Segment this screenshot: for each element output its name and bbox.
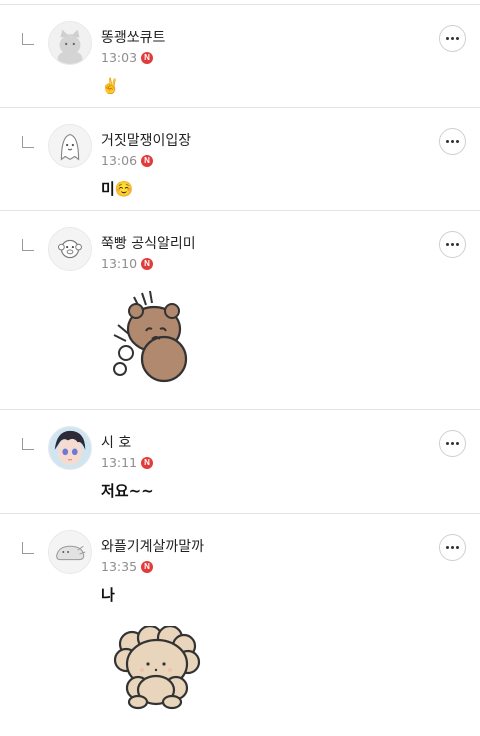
reply-arrow-icon xyxy=(22,542,34,554)
nickname[interactable]: 와플기계살까말까 xyxy=(101,538,204,556)
more-options-icon xyxy=(446,140,459,143)
reply-meta: 13:10 N xyxy=(101,256,154,272)
reply-content: 저요~~ xyxy=(101,482,154,500)
timestamp: 13:11 xyxy=(101,455,138,470)
reply-item: 거짓말쟁이입장 13:06 N 미☺️ xyxy=(0,108,480,211)
new-badge: N xyxy=(141,457,154,469)
more-options-icon xyxy=(446,546,459,549)
avatar[interactable] xyxy=(48,21,92,65)
nickname[interactable]: 쭉빵 공식알리미 xyxy=(101,235,196,253)
reply-item: 똥괭쏘큐트 13:03 N ✌️ xyxy=(0,5,480,108)
timestamp: 13:10 xyxy=(101,256,138,271)
more-options-button[interactable] xyxy=(439,430,466,457)
reply-content: 미☺️ xyxy=(101,180,134,198)
new-badge: N xyxy=(141,258,154,270)
nickname[interactable]: 시 호 xyxy=(101,434,131,452)
reply-meta: 13:03 N xyxy=(101,50,154,66)
more-options-button[interactable] xyxy=(439,534,466,561)
reply-meta: 13:35 N xyxy=(101,559,154,575)
avatar[interactable] xyxy=(48,530,92,574)
reply-arrow-icon xyxy=(22,33,34,45)
reply-item: 시 호 13:11 N 저요~~ xyxy=(0,410,480,514)
cat-avatar-icon xyxy=(49,22,91,64)
ghost-avatar-icon xyxy=(49,125,91,167)
seal-avatar-icon xyxy=(49,531,91,573)
reply-item: 쭉빵 공식알리미 13:10 N xyxy=(0,211,480,410)
reply-item: 와플기계살까말까 13:35 N 나 xyxy=(0,514,480,736)
new-badge: N xyxy=(141,155,154,167)
monkey-avatar-icon xyxy=(49,228,91,270)
more-options-button[interactable] xyxy=(439,231,466,258)
reply-content: ✌️ xyxy=(101,77,120,95)
more-options-icon xyxy=(446,37,459,40)
new-badge: N xyxy=(141,52,154,64)
timestamp: 13:35 xyxy=(101,559,138,574)
more-options-icon xyxy=(446,243,459,246)
avatar[interactable] xyxy=(48,124,92,168)
new-badge: N xyxy=(141,561,154,573)
nickname[interactable]: 거짓말쟁이입장 xyxy=(101,132,191,150)
fluffy-puppy-sticker xyxy=(112,624,202,714)
more-options-button[interactable] xyxy=(439,25,466,52)
nickname[interactable]: 똥괭쏘큐트 xyxy=(101,29,165,47)
reply-arrow-icon xyxy=(22,136,34,148)
timestamp: 13:06 xyxy=(101,153,138,168)
angry-bear-sticker xyxy=(110,289,202,389)
more-options-button[interactable] xyxy=(439,128,466,155)
more-options-icon xyxy=(446,442,459,445)
anime-boy-avatar-icon xyxy=(49,427,91,469)
reply-arrow-icon xyxy=(22,239,34,251)
reply-meta: 13:06 N xyxy=(101,153,154,169)
reply-content: 나 xyxy=(101,586,115,604)
reply-arrow-icon xyxy=(22,438,34,450)
avatar[interactable] xyxy=(48,227,92,271)
timestamp: 13:03 xyxy=(101,50,138,65)
avatar[interactable] xyxy=(48,426,92,470)
reply-meta: 13:11 N xyxy=(101,455,154,471)
